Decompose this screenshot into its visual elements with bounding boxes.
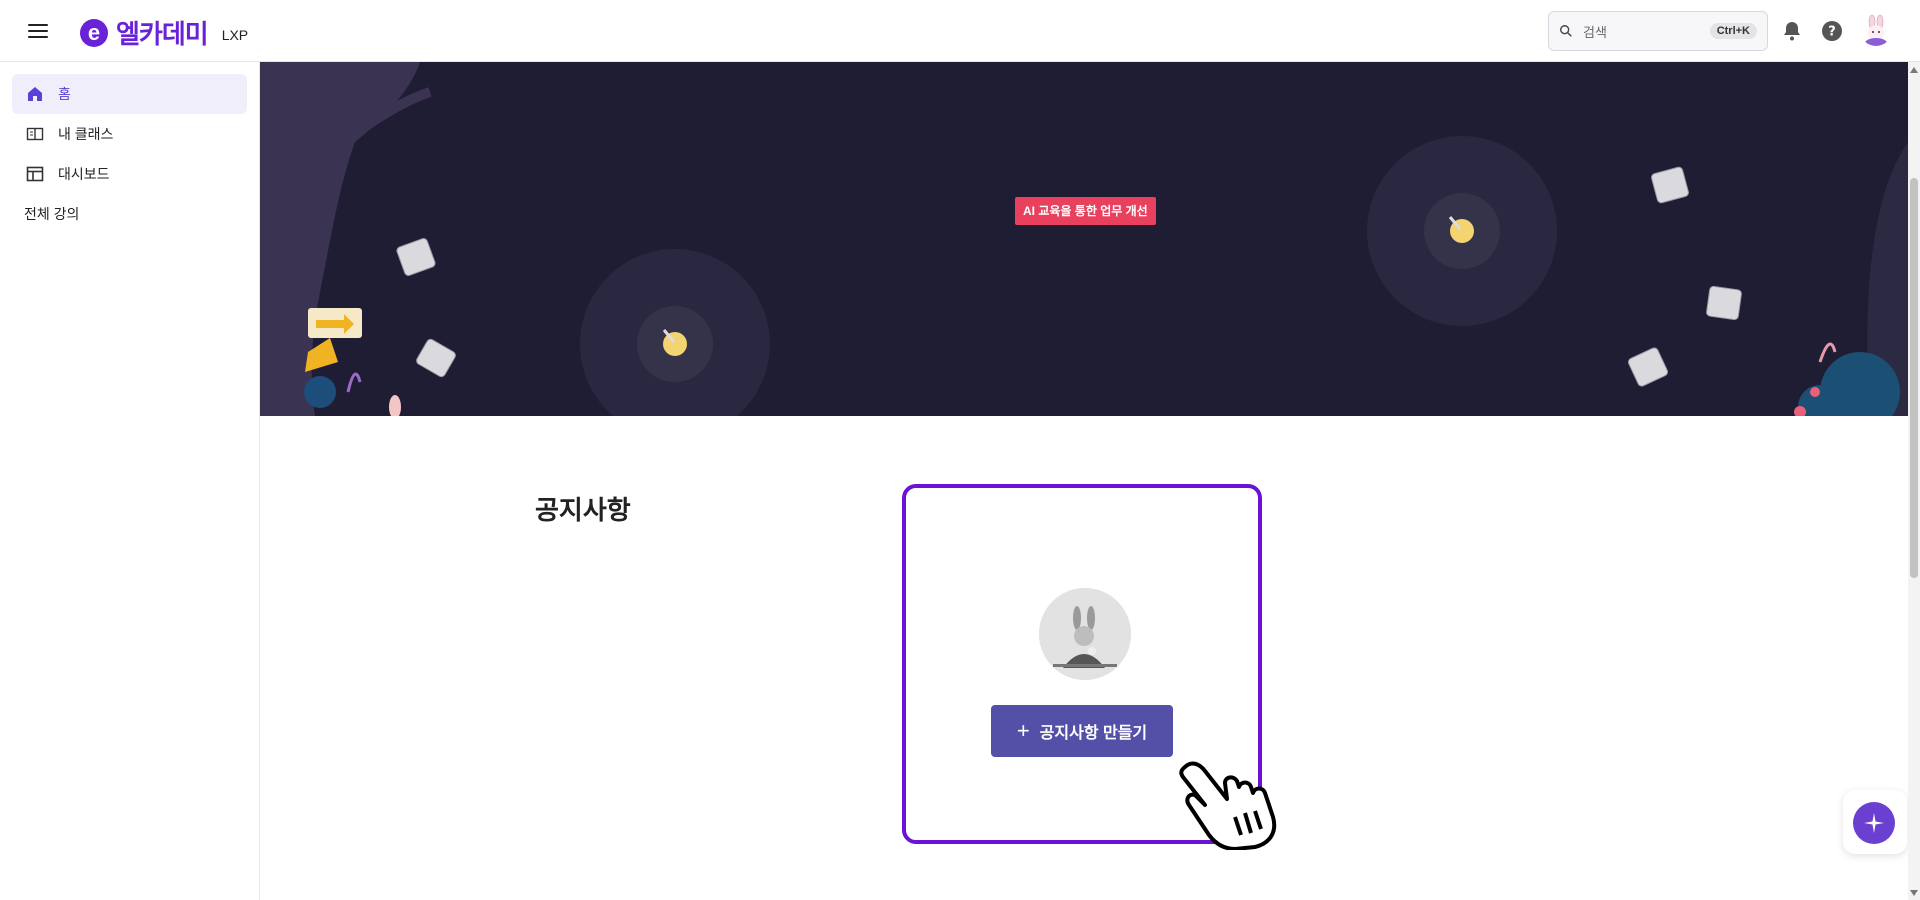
- book-icon: [26, 125, 44, 143]
- banner-badge: AI 교육을 통한 업무 개선: [1015, 197, 1156, 225]
- sidebar-item-label: 홈: [58, 86, 71, 102]
- notice-section-title: 공지사항: [535, 495, 631, 525]
- sidebar-item-all-courses[interactable]: 전체 강의: [12, 194, 247, 234]
- create-notice-label: 공지사항 만들기: [1039, 725, 1148, 742]
- search-placeholder: 검색: [1583, 24, 1607, 40]
- create-notice-button[interactable]: + 공지사항 만들기: [991, 705, 1173, 757]
- plus-icon: +: [1016, 718, 1030, 743]
- top-header: e 엘카데미 LXP 검색 Ctrl+K ?: [0, 0, 1920, 62]
- sparkle-icon: [1864, 813, 1884, 833]
- bunny-mascot-icon: [1039, 588, 1131, 680]
- sidebar-item-label: 대시보드: [58, 166, 110, 182]
- menu-icon[interactable]: [28, 20, 50, 42]
- hero-banner: AI 교육을 통한 업무 개선: [260, 62, 1908, 416]
- help-icon[interactable]: ?: [1820, 19, 1844, 43]
- chat-widget: [1843, 790, 1907, 854]
- sidebar-item-home[interactable]: 홈: [12, 74, 247, 114]
- search-shortcut-badge: Ctrl+K: [1709, 23, 1757, 39]
- ai-assistant-button[interactable]: [1853, 802, 1895, 844]
- logo[interactable]: e 엘카데미 LXP: [80, 14, 248, 51]
- logo-text: 엘카데미: [116, 19, 209, 49]
- search-icon: [1560, 25, 1572, 37]
- svg-text:?: ?: [1828, 25, 1836, 40]
- search-box[interactable]: 검색 Ctrl+K: [1548, 11, 1768, 51]
- logo-mark: e: [80, 18, 108, 47]
- avatar[interactable]: [1860, 14, 1892, 46]
- dashboard-icon: [26, 165, 44, 183]
- home-icon: [26, 85, 44, 103]
- sidebar-item-dashboard[interactable]: 대시보드: [12, 154, 247, 194]
- banner-illustration: [260, 62, 1908, 416]
- sidebar-item-my-class[interactable]: 내 클래스: [12, 114, 247, 154]
- sidebar: 홈 내 클래스 대시보드 전체 강의: [0, 62, 260, 900]
- bell-icon[interactable]: [1780, 19, 1804, 43]
- scrollbar-thumb[interactable]: [1910, 178, 1918, 578]
- sidebar-item-label: 내 클래스: [58, 126, 114, 142]
- logo-sub: LXP: [221, 26, 249, 43]
- bunny-avatar-icon: [1860, 14, 1892, 46]
- scroll-down-icon[interactable]: [1910, 890, 1918, 896]
- pointing-hand-icon: [1179, 761, 1277, 850]
- scroll-up-icon[interactable]: [1910, 67, 1918, 73]
